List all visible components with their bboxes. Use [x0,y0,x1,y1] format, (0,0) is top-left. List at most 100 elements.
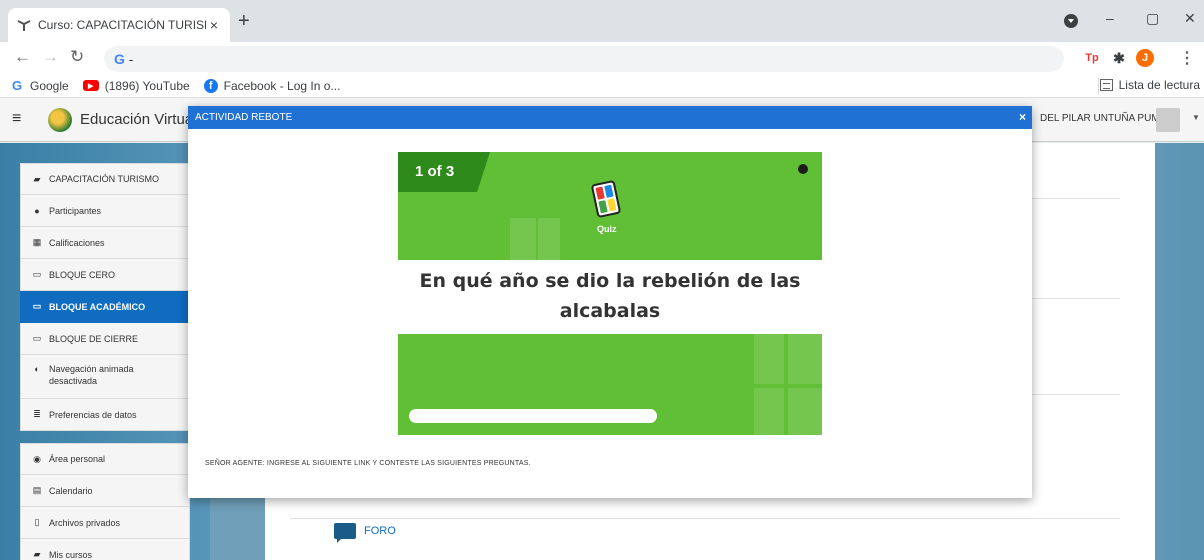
foro-link[interactable]: FORO [334,523,396,543]
users-icon: ● [34,205,40,216]
table-icon: ▦ [32,237,42,247]
settings-icon[interactable] [798,164,808,174]
calendar-icon: ▤ [32,485,42,495]
answer-card [398,334,822,435]
file-icon: ▯ [34,517,40,527]
google-icon: G [11,78,23,93]
profile-dropdown-icon[interactable] [1064,14,1078,28]
foro-label: FORO [364,525,396,537]
google-g-icon: G [114,51,125,67]
drawer-item-bloque-cero[interactable]: ▭ BLOQUE CERO [20,259,190,291]
drawer-item-my-courses[interactable]: ▰ Mis cursos [20,539,190,560]
browser-menu-icon[interactable]: ⋮ [1178,49,1196,67]
bookmark-facebook[interactable]: f Facebook - Log In o... [203,78,341,93]
extensions-puzzle-icon[interactable]: ✱ [1110,49,1128,67]
modal-title: ACTIVIDAD REBOTE [195,112,293,123]
drawer-label: Preferencias de datos [49,409,137,420]
youtube-icon: ▶ [82,80,99,91]
drawer-label: Área personal [49,454,106,464]
minimize-button[interactable]: – [1106,10,1114,26]
database-icon: ≣ [33,409,41,419]
drawer-item-personal-area[interactable]: ◉ Área personal [20,443,190,475]
reading-list-button[interactable]: Lista de lectura [1099,78,1200,92]
address-text: - [128,51,134,67]
user-menu-caret-icon[interactable]: ▼ [1192,113,1200,122]
bookmark-label: Facebook - Log In o... [223,78,341,93]
drawer-item-bloque-academico[interactable]: ▭ BLOQUE ACADÉMICO [20,291,190,323]
forum-icon [334,523,356,543]
drawer-label: Calendario [49,485,93,496]
decor-shape [754,334,784,384]
question-text: En qué año se dio la rebelión de las alc… [419,270,801,322]
facebook-icon: f [203,78,218,93]
activity-modal: ACTIVIDAD REBOTE × 1 of 3 Quiz En qué añ… [188,106,1032,498]
drawer-label: BLOQUE CERO [49,269,116,280]
drawer-item-data-prefs[interactable]: ≣ Preferencias de datos [20,399,190,431]
drawer-item-calendar[interactable]: ▤ Calendario [20,475,190,507]
decor-shape [754,388,784,435]
modal-header: ACTIVIDAD REBOTE [188,106,1032,129]
bookmarks-bar: G Google ▶ (1896) YouTube f Facebook - L… [0,74,1204,98]
drawer-label: Navegación animada desactivada [49,364,134,386]
toggle-icon: ◐ [34,364,40,374]
quiz-cards-icon [590,179,622,219]
reading-list-icon [1099,79,1113,91]
drawer-label: BLOQUE ACADÉMICO [49,301,146,312]
modal-close-button[interactable]: × [1019,110,1026,124]
browser-toolbar: ← → ↻ G - [0,42,1204,74]
drawer-item-private-files[interactable]: ▯ Archivos privados [20,507,190,539]
modal-instructions: SEÑOR AGENTE: INGRESE AL SIGUIENTE LINK … [205,460,531,467]
tab-close-icon[interactable]: × [206,17,222,33]
drawer-label: Mis cursos [49,549,93,560]
drawer-label: Calificaciones [49,237,105,248]
browser-tab[interactable]: Curso: CAPACITACIÓN TURISMO × [8,8,230,42]
answer-input[interactable] [409,409,657,423]
bookmark-google[interactable]: G Google [10,78,69,93]
moodle-favicon-icon [16,17,32,33]
quiz-header-card: 1 of 3 Quiz [398,152,822,260]
drawer-item-grades[interactable]: ▦ Calificaciones [20,227,190,259]
drawer-label: Participantes [49,205,102,216]
restore-button[interactable]: ▢ [1146,10,1159,27]
new-tab-button[interactable]: + [238,11,250,31]
nav-drawer: ▰ CAPACITACIÓN TURISMO ● Participantes ▦… [20,163,190,560]
user-avatar[interactable] [1156,108,1180,132]
close-window-button[interactable]: ✕ [1184,10,1196,27]
hamburger-menu-icon[interactable]: ≡ [12,110,32,128]
reload-icon[interactable]: ↻ [70,48,84,66]
drawer-label: Archivos privados [49,517,121,528]
drawer-item-course[interactable]: ▰ CAPACITACIÓN TURISMO [20,163,190,195]
drawer-item-animated-nav[interactable]: ◐ Navegación animada desactivada [20,355,190,399]
user-name[interactable]: DEL PILAR UNTUÑA PUMA [1040,113,1166,124]
drawer-item-participants[interactable]: ● Participantes [20,195,190,227]
quiz-label: Quiz [597,224,617,234]
folder-icon: ▭ [32,333,42,343]
tp-extension-icon[interactable]: Tp [1083,49,1101,67]
drawer-gap [20,431,190,443]
question-counter: 1 of 3 [415,163,455,180]
profile-avatar[interactable]: J [1136,49,1154,67]
address-bar[interactable]: G - [104,46,1064,72]
back-arrow-icon[interactable]: ← [14,48,31,66]
decor-shape [510,218,536,260]
decor-shape [538,218,560,260]
site-logo[interactable] [48,108,72,132]
tab-title: Curso: CAPACITACIÓN TURISMO [38,18,206,32]
drawer-item-bloque-cierre[interactable]: ▭ BLOQUE DE CIERRE [20,323,190,355]
reading-list-label: Lista de lectura [1118,78,1200,92]
dashboard-icon: ◉ [33,453,41,464]
folder-icon: ▭ [32,269,42,279]
drawer-label: CAPACITACIÓN TURISMO [49,174,160,184]
forward-arrow-icon[interactable]: → [42,48,59,66]
bookmark-label: Google [30,78,69,93]
bookmark-youtube[interactable]: ▶ (1896) YouTube [82,78,190,93]
content-divider [290,518,1120,519]
bookmark-label: (1896) YouTube [104,78,190,93]
decor-shape [788,334,822,384]
site-name[interactable]: Educación Virtual [80,111,196,128]
graduation-cap-icon: ▰ [33,549,41,559]
graduation-cap-icon: ▰ [33,173,41,184]
browser-tabstrip: Curso: CAPACITACIÓN TURISMO × + – ▢ ✕ [0,0,1204,42]
folder-icon: ▭ [32,301,42,311]
drawer-label: BLOQUE DE CIERRE [49,333,139,344]
